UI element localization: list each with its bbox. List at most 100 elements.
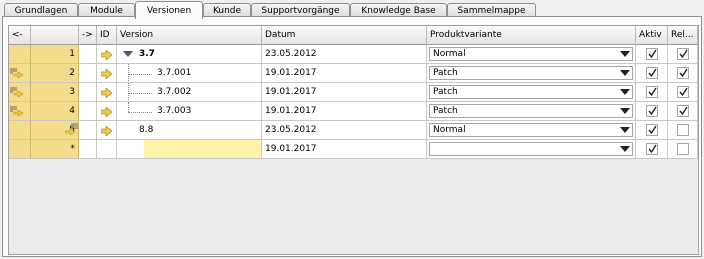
table-row[interactable]: 1 3.7 23.05.2012 Normal bbox=[9, 45, 698, 64]
rel-cell[interactable] bbox=[668, 45, 698, 64]
arrow-right-icon[interactable] bbox=[100, 106, 113, 118]
tab-sammelmappe[interactable]: Sammelmappe bbox=[447, 3, 536, 17]
row-id-cell[interactable] bbox=[97, 45, 117, 64]
rel-checkbox[interactable] bbox=[676, 48, 689, 60]
column-header-version[interactable]: Version bbox=[117, 26, 262, 45]
row-prev-cell[interactable] bbox=[9, 140, 31, 159]
column-header-rel[interactable]: Rel... bbox=[668, 26, 698, 45]
produktvariante-cell[interactable] bbox=[427, 140, 636, 159]
datum-cell[interactable]: 23.05.2012 bbox=[262, 45, 427, 64]
produktvariante-cell[interactable]: Normal bbox=[427, 121, 636, 140]
column-header-next[interactable]: -> bbox=[79, 26, 97, 45]
rel-checkbox[interactable] bbox=[676, 86, 689, 98]
aktiv-cell[interactable] bbox=[636, 64, 668, 83]
rel-checkbox[interactable] bbox=[676, 124, 689, 136]
row-number[interactable]: 2 bbox=[31, 64, 79, 83]
produktvariante-cell[interactable]: Patch bbox=[427, 64, 636, 83]
chevron-down-icon[interactable] bbox=[620, 146, 630, 152]
produktvariante-select[interactable]: Normal bbox=[429, 47, 633, 61]
row-prev-cell[interactable] bbox=[9, 121, 31, 140]
produktvariante-select[interactable]: Patch bbox=[429, 104, 633, 118]
column-header-produktvariante[interactable]: Produktvariante bbox=[427, 26, 636, 45]
rel-cell[interactable] bbox=[668, 140, 698, 159]
datum-cell[interactable]: 19.01.2017 bbox=[262, 102, 427, 121]
tab-knowledge-base[interactable]: Knowledge Base bbox=[350, 3, 447, 17]
produktvariante-select[interactable]: Patch bbox=[429, 66, 633, 80]
aktiv-checkbox[interactable] bbox=[645, 124, 658, 136]
column-header-id[interactable]: ID bbox=[97, 26, 117, 45]
row-prev-cell[interactable] bbox=[9, 83, 31, 102]
column-header-datum[interactable]: Datum bbox=[262, 26, 427, 45]
tab-versionen[interactable]: Versionen bbox=[135, 1, 203, 19]
produktvariante-cell[interactable]: Patch bbox=[427, 102, 636, 121]
column-header-prev[interactable]: <- bbox=[9, 26, 31, 45]
triangle-down-icon[interactable] bbox=[123, 51, 133, 57]
produktvariante-cell[interactable]: Patch bbox=[427, 83, 636, 102]
arrow-right-icon[interactable] bbox=[100, 68, 113, 80]
row-next-cell[interactable] bbox=[79, 45, 97, 64]
chevron-down-icon[interactable] bbox=[620, 70, 630, 76]
aktiv-checkbox[interactable] bbox=[645, 105, 658, 117]
row-id-cell[interactable] bbox=[97, 83, 117, 102]
row-next-cell[interactable] bbox=[79, 64, 97, 83]
child-link-icon[interactable] bbox=[10, 86, 24, 101]
version-cell[interactable]: 8.8 bbox=[117, 121, 262, 140]
version-cell[interactable]: 3.7.001 bbox=[117, 64, 262, 83]
row-next-cell[interactable] bbox=[79, 140, 97, 159]
datum-cell[interactable]: 19.01.2017 bbox=[262, 140, 427, 159]
version-input-selection[interactable] bbox=[144, 140, 261, 158]
row-id-cell[interactable] bbox=[97, 64, 117, 83]
tab-kunde[interactable]: Kunde bbox=[203, 3, 251, 17]
row-prev-cell[interactable] bbox=[9, 64, 31, 83]
row-number[interactable]: 1 bbox=[31, 45, 79, 64]
child-link-icon[interactable] bbox=[10, 105, 24, 120]
rel-cell[interactable] bbox=[668, 121, 698, 140]
aktiv-cell[interactable] bbox=[636, 121, 668, 140]
rel-checkbox[interactable] bbox=[676, 143, 689, 155]
aktiv-checkbox[interactable] bbox=[645, 86, 658, 98]
version-cell[interactable] bbox=[117, 140, 262, 159]
aktiv-cell[interactable] bbox=[636, 140, 668, 159]
child-link-icon[interactable] bbox=[10, 67, 24, 82]
table-row[interactable]: 4 3.7.003 19.01.2017 Patch bbox=[9, 102, 698, 121]
aktiv-cell[interactable] bbox=[636, 102, 668, 121]
version-cell[interactable]: 3.7.002 bbox=[117, 83, 262, 102]
table-row[interactable]: 2 3.7.001 19.01.2017 Patch bbox=[9, 64, 698, 83]
table-row[interactable]: 5 8.8 23.05.2012 Normal bbox=[9, 121, 698, 140]
row-next-cell[interactable] bbox=[79, 102, 97, 121]
column-header-rownum[interactable] bbox=[31, 26, 79, 45]
row-next-cell[interactable] bbox=[79, 83, 97, 102]
column-header-aktiv[interactable]: Aktiv bbox=[636, 26, 668, 45]
produktvariante-select[interactable]: Patch bbox=[429, 85, 633, 99]
chevron-down-icon[interactable] bbox=[620, 127, 630, 133]
produktvariante-select[interactable] bbox=[429, 142, 633, 156]
version-cell[interactable]: 3.7 bbox=[117, 45, 262, 64]
row-id-cell[interactable] bbox=[97, 102, 117, 121]
row-number[interactable]: 3 bbox=[31, 83, 79, 102]
aktiv-cell[interactable] bbox=[636, 83, 668, 102]
datum-cell[interactable]: 23.05.2012 bbox=[262, 121, 427, 140]
chevron-down-icon[interactable] bbox=[620, 108, 630, 114]
row-next-cell[interactable] bbox=[79, 121, 97, 140]
row-prev-cell[interactable] bbox=[9, 45, 31, 64]
version-cell[interactable]: 3.7.003 bbox=[117, 102, 262, 121]
tab-module[interactable]: Module bbox=[78, 3, 135, 17]
rel-cell[interactable] bbox=[668, 64, 698, 83]
tab-supportvorgaenge[interactable]: Supportvorgänge bbox=[251, 3, 350, 17]
rel-checkbox[interactable] bbox=[676, 105, 689, 117]
aktiv-checkbox[interactable] bbox=[645, 48, 658, 60]
row-number[interactable]: * bbox=[31, 140, 79, 159]
row-number[interactable]: 4 bbox=[31, 102, 79, 121]
row-number[interactable]: 5 bbox=[31, 121, 79, 140]
rel-cell[interactable] bbox=[668, 102, 698, 121]
aktiv-cell[interactable] bbox=[636, 45, 668, 64]
produktvariante-select[interactable]: Normal bbox=[429, 123, 633, 137]
tab-grundlagen[interactable]: Grundlagen bbox=[4, 3, 78, 17]
new-row[interactable]: * 19.01.2017 bbox=[9, 140, 698, 159]
datum-cell[interactable]: 19.01.2017 bbox=[262, 64, 427, 83]
row-prev-cell[interactable] bbox=[9, 102, 31, 121]
rel-cell[interactable] bbox=[668, 83, 698, 102]
produktvariante-cell[interactable]: Normal bbox=[427, 45, 636, 64]
arrow-right-icon[interactable] bbox=[100, 87, 113, 99]
parent-link-icon[interactable] bbox=[64, 123, 78, 139]
